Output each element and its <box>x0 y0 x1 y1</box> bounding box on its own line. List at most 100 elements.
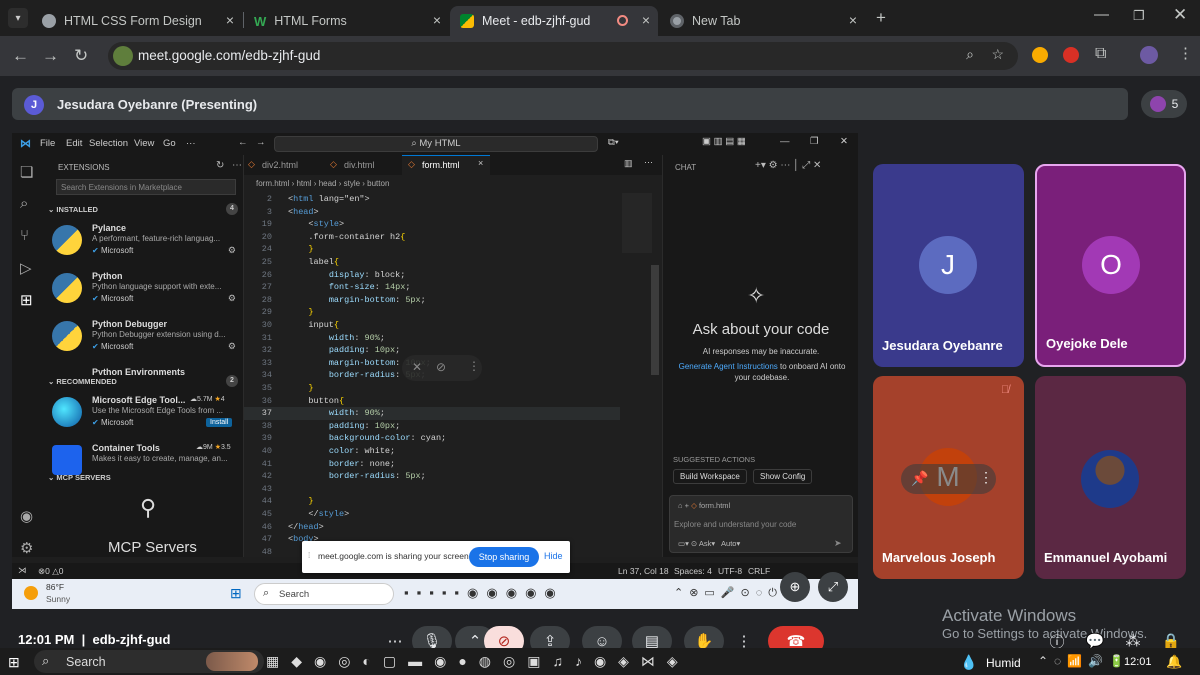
extension-item-pylance[interactable]: Pylance A performant, feature-rich langu… <box>44 219 244 265</box>
install-button[interactable]: Install <box>206 418 233 427</box>
recommended-section-header[interactable]: ⌄ RECOMMENDED 2 <box>48 375 240 387</box>
extensions-search-input[interactable]: Search Extensions in Marketplace <box>56 179 236 195</box>
extension-item-python[interactable]: Python Python language support with exte… <box>44 267 244 313</box>
code-line[interactable]: 28 margin-bottom: 5px; <box>244 294 620 307</box>
code-line[interactable]: 3 <head> <box>244 206 620 219</box>
code-line[interactable]: 38 padding: 10px; <box>244 420 620 433</box>
more-icon[interactable]: ⋯ <box>232 160 242 171</box>
close-icon[interactable]: × <box>226 12 234 28</box>
run-debug-icon[interactable]: ▷ <box>20 259 32 277</box>
windows-start-icon[interactable]: ⊞ <box>230 585 242 602</box>
code-line[interactable]: 36 button{ <box>244 395 620 408</box>
close-icon[interactable]: × <box>433 12 441 28</box>
window-close-button[interactable]: ✕ <box>1173 5 1187 25</box>
remote-icon[interactable]: ⋊ <box>18 565 27 576</box>
stop-sharing-button[interactable]: Stop sharing <box>469 547 539 567</box>
build-workspace-button[interactable]: Build Workspace <box>673 469 747 484</box>
code-line[interactable]: 40 color: white; <box>244 445 620 458</box>
chat-toolbar[interactable]: +▾ ⚙ ⋯ │ ⤢ ✕ <box>755 160 821 171</box>
installed-section-header[interactable]: ⌄ INSTALLED 4 <box>48 203 240 215</box>
taskbar-app-icons[interactable]: ▪▪▪▪▪◉◉◉◉◉ <box>404 585 564 601</box>
code-line[interactable]: 35 } <box>244 382 620 395</box>
tab-meet[interactable]: Meet - edb-zjhf-gud × <box>450 6 658 36</box>
code-line[interactable]: 24 } <box>244 243 620 256</box>
notification-bell-icon[interactable]: 🔔 <box>1166 654 1182 670</box>
chat-input-box[interactable]: ⌂ + ◇ form.html Explore and understand y… <box>669 495 853 553</box>
code-editor[interactable]: ◇ div2.html ◇ div.html ◇ form.html × ▥ ⋯… <box>244 155 662 557</box>
code-line[interactable]: 45 </style> <box>244 508 620 521</box>
hide-banner-button[interactable]: Hide <box>544 551 563 561</box>
back-icon[interactable]: ← <box>12 46 29 66</box>
puzzle-icon[interactable]: ⧉ <box>1095 45 1106 63</box>
layout-icons[interactable]: ▣ ▥ ▤ ▦ <box>702 136 746 147</box>
forward-icon[interactable]: → <box>42 46 59 66</box>
gear-icon[interactable]: ⚙ <box>228 245 236 256</box>
code-line[interactable]: 46 </head> <box>244 521 620 534</box>
editor-tab-form[interactable]: form.html <box>422 160 460 170</box>
code-line[interactable]: 31 width: 90%; <box>244 332 620 345</box>
tab-search-icon[interactable]: ▾ <box>8 8 28 28</box>
code-line[interactable]: 27 font-size: 14px; <box>244 281 620 294</box>
source-control-icon[interactable]: ⑂ <box>20 227 29 244</box>
close-icon[interactable]: × <box>849 12 857 28</box>
maximize-button[interactable]: ❐ <box>1133 8 1145 24</box>
extension-item-python-debugger[interactable]: Python Debugger Python Debugger extensio… <box>44 315 244 361</box>
bookmark-star-icon[interactable]: ☆ <box>991 46 1004 63</box>
cursor-position[interactable]: Ln 37, Col 18 <box>618 566 669 576</box>
menu-go[interactable]: Go <box>163 138 176 149</box>
fullscreen-button[interactable]: ⤢ <box>818 572 848 602</box>
code-line[interactable]: 25 label{ <box>244 256 620 269</box>
profile-avatar[interactable] <box>1140 46 1158 64</box>
tab-html-css-form[interactable]: HTML CSS Form Design × <box>32 6 242 36</box>
gear-icon[interactable]: ⚙ <box>228 293 236 304</box>
search-icon[interactable]: ⌕ <box>20 195 28 212</box>
tray-icons[interactable]: ⌃◌📶🔊🔋 <box>1038 654 1130 668</box>
copilot-icon[interactable]: ⧉▾ <box>608 137 619 148</box>
tab-html-forms[interactable]: W HTML Forms × <box>244 6 449 36</box>
code-line[interactable]: 41 border: none; <box>244 458 620 471</box>
taskbar-pinned-apps[interactable]: ▦◆◉◎◐▢▬◉●◍◎▣♫♪◉◈⋈◈ <box>266 653 690 670</box>
minimap[interactable] <box>622 193 652 253</box>
code-line[interactable]: 26 display: block; <box>244 269 620 282</box>
site-info-icon[interactable] <box>113 46 133 66</box>
model-dropdown[interactable]: Auto <box>721 539 736 548</box>
encoding[interactable]: UTF-8 <box>718 566 742 576</box>
extension-icon[interactable] <box>1063 47 1079 63</box>
code-line[interactable]: 39 background-color: cyan; <box>244 432 620 445</box>
code-line[interactable]: 44 } <box>244 495 620 508</box>
new-tab-button[interactable]: + <box>876 8 886 28</box>
code-line[interactable]: 29 } <box>244 306 620 319</box>
code-line[interactable]: 19 <style> <box>244 218 620 231</box>
mcp-section-header[interactable]: ⌄ MCP SERVERS <box>48 473 111 482</box>
minimize-button[interactable]: — <box>1094 6 1109 23</box>
code-line[interactable]: 42 border-radius: 5px; <box>244 470 620 483</box>
menu-icon[interactable]: ⋮ <box>1178 44 1193 62</box>
editor-tab-div[interactable]: div.html <box>344 160 374 170</box>
reload-icon[interactable]: ↻ <box>74 46 88 66</box>
restore-icon[interactable]: ❐ <box>810 136 819 147</box>
tile-hover-controls[interactable]: 📌 ⋮ <box>901 464 996 494</box>
drag-handle-icon[interactable]: ⁞ <box>308 551 310 560</box>
minimize-icon[interactable]: — <box>780 136 790 147</box>
participant-tile-emmanuel[interactable]: Emmanuel Ayobami <box>1035 376 1186 579</box>
taskbar-search[interactable]: ⌕ Search <box>254 583 394 605</box>
code-line[interactable]: 30 input{ <box>244 319 620 332</box>
show-config-button[interactable]: Show Config <box>753 469 813 484</box>
taskbar-clock[interactable]: 12:01 <box>1124 656 1152 668</box>
windows-start-icon[interactable]: ⊞ <box>8 654 20 671</box>
account-icon[interactable]: ◉ <box>20 507 33 525</box>
participants-button[interactable]: 5 <box>1141 90 1187 118</box>
extension-item-python-environments[interactable]: Python Environments <box>44 363 244 375</box>
scrollbar[interactable] <box>651 265 659 375</box>
line-ending[interactable]: CRLF <box>748 566 770 576</box>
code-line[interactable]: 2 <html lang="en"> <box>244 193 620 206</box>
editor-tab-div2[interactable]: div2.html <box>262 160 298 170</box>
generate-instructions-link[interactable]: Generate Agent Instructions <box>679 362 778 371</box>
windows-search[interactable]: ⌕ Search <box>34 650 264 673</box>
settings-gear-icon[interactable]: ⚙ <box>20 539 33 557</box>
send-icon[interactable]: ➤ <box>834 538 842 549</box>
close-icon[interactable]: × <box>642 12 650 28</box>
nav-forward-icon[interactable]: → <box>256 137 266 148</box>
menu-selection[interactable]: Selection <box>89 138 128 149</box>
more-icon[interactable]: ⋯ <box>644 157 653 168</box>
